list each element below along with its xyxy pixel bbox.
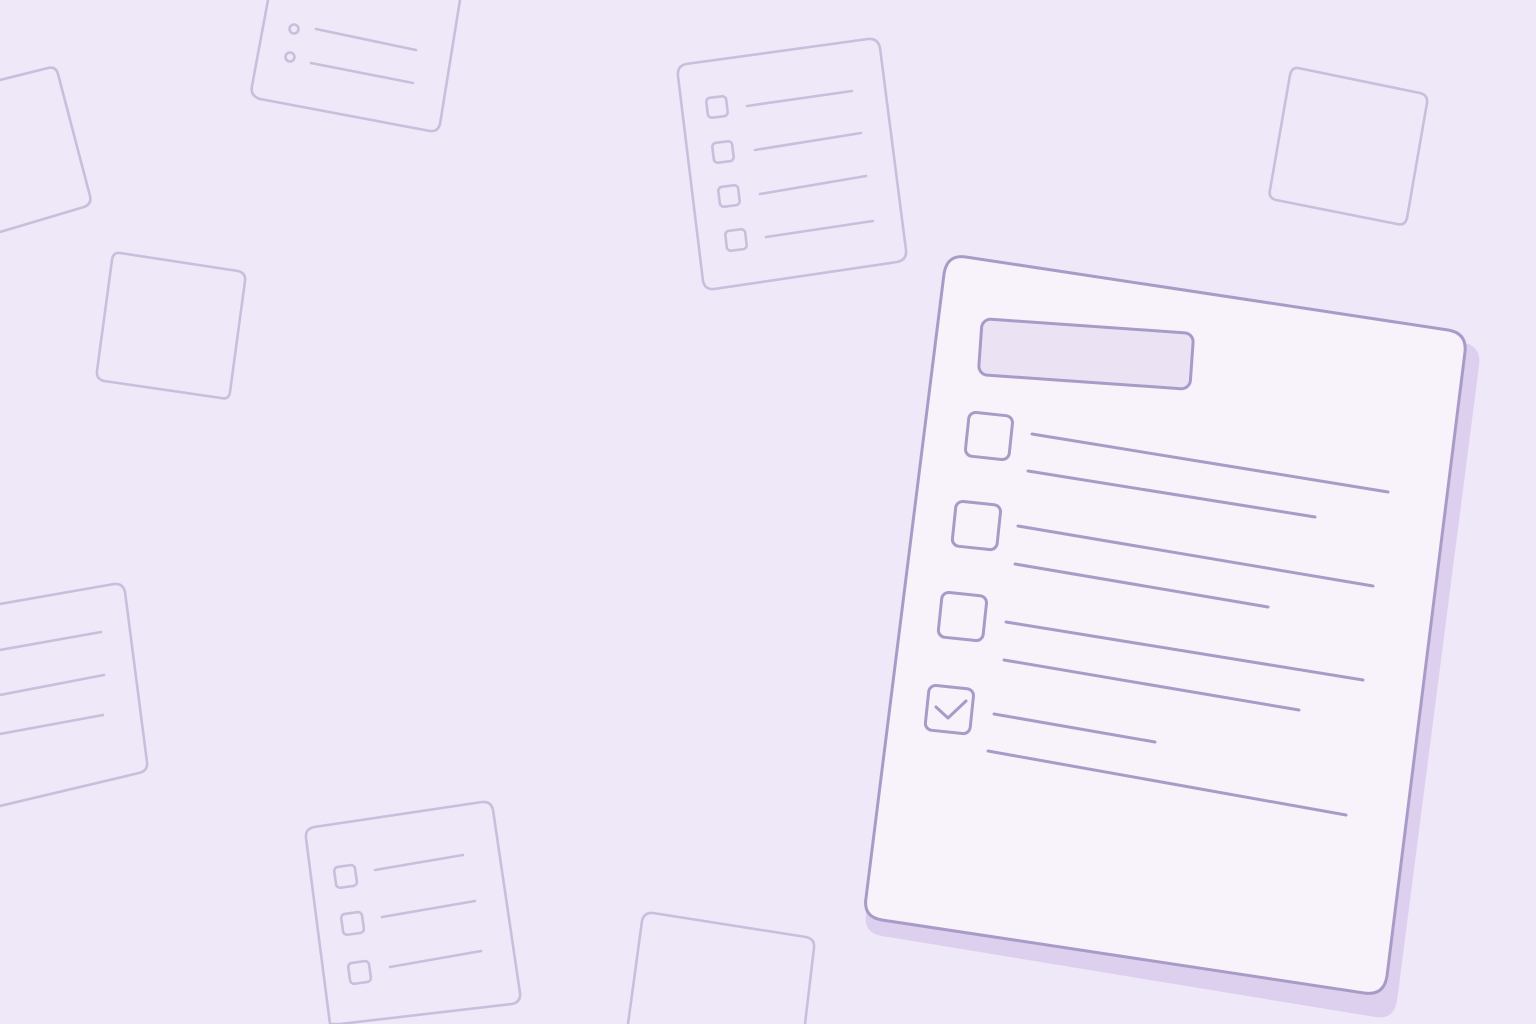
checklist-card-icon: [304, 800, 522, 1024]
illustration-canvas: [0, 0, 1480, 1024]
blank-card-icon: [626, 911, 816, 1024]
bullet-list-card-icon: [250, 0, 462, 133]
checklist-card-icon: [676, 37, 908, 291]
checklist-card-icon: [864, 255, 1480, 1018]
blank-card-icon: [95, 251, 247, 400]
lined-card-icon: [0, 582, 149, 808]
blank-card-icon: [1268, 66, 1429, 226]
blank-card-icon: [0, 66, 92, 234]
